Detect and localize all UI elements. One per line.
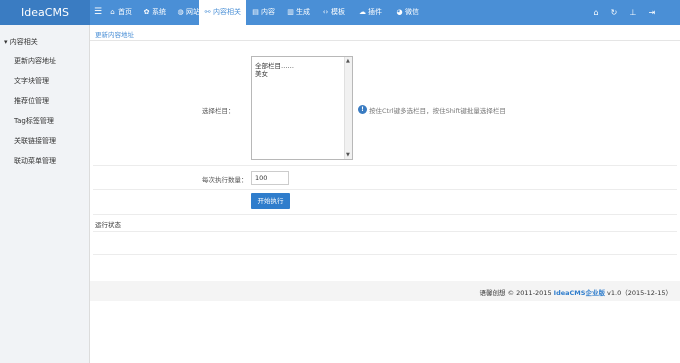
sidebar-item-recommend[interactable]: 推荐位管理	[14, 96, 49, 106]
globe-icon: ◍	[177, 8, 184, 16]
run-status-label: 运行状态	[95, 221, 121, 229]
home-icon: ⌂	[110, 8, 115, 16]
list-icon: ▤	[252, 8, 259, 16]
nav-content[interactable]: ▤ 内容	[252, 0, 280, 25]
listbox-scrollbar[interactable]: ▲ ▼	[344, 57, 352, 159]
nav-template[interactable]: ‹› 模板	[322, 0, 352, 25]
scroll-down-icon[interactable]: ▼	[346, 152, 350, 158]
main-panel: 更新内容地址 选择栏目： 全部栏目…… 美女 ▲ ▼ ! 按住Ctrl键多选栏目…	[90, 25, 680, 363]
link-icon: ⚯	[204, 8, 211, 16]
category-listbox[interactable]: 全部栏目…… 美女 ▲ ▼	[251, 56, 353, 160]
sidebar-item-tag[interactable]: Tag标签管理	[14, 116, 54, 126]
divider	[93, 254, 677, 255]
scroll-up-icon[interactable]: ▲	[346, 58, 350, 64]
footer: 语馨创想 © 2011-2015 IdeaCMS企业版 v1.0（2015-12…	[90, 281, 680, 301]
select-category-label: 选择栏目：	[202, 107, 235, 115]
menu-toggle-icon[interactable]: ☰	[91, 0, 105, 25]
start-button[interactable]: 开始执行	[251, 193, 290, 209]
sidebar-item-related-links[interactable]: 关联链接管理	[14, 136, 56, 146]
nav-content-related[interactable]: ⚯ 内容相关	[199, 0, 246, 25]
top-navbar: IdeaCMS ☰ ⌂ 首页 ✿ 系统 ◍ 网站 ⚯ 内容相关 ▤ 内容 ▥ 生成 ‹› 模板…	[0, 0, 680, 25]
nav-home[interactable]: ⌂ 首页	[109, 0, 139, 25]
home-icon[interactable]: ⌂	[589, 0, 603, 25]
logout-icon[interactable]: ⇥	[645, 0, 659, 25]
sidebar-item-linkage-menu[interactable]: 联动菜单管理	[14, 156, 56, 166]
divider	[93, 214, 677, 215]
sidebar-item-text-block[interactable]: 文字块管理	[14, 76, 49, 86]
wechat-icon: ◕	[396, 8, 403, 16]
copyright: 语馨创想 © 2011-2015 IdeaCMS企业版 v1.0（2015-12…	[479, 289, 672, 297]
trash-icon: ▥	[287, 8, 294, 16]
nav-wechat[interactable]: ◕ 微信	[396, 0, 426, 25]
divider	[93, 165, 677, 166]
app-logo[interactable]: IdeaCMS	[0, 0, 90, 25]
divider	[90, 40, 680, 41]
list-item[interactable]: 美女	[255, 68, 268, 78]
sitemap-icon[interactable]: ⊥	[626, 0, 640, 25]
refresh-icon[interactable]: ↻	[607, 0, 621, 25]
divider	[93, 231, 677, 232]
info-icon: !	[358, 105, 367, 114]
gear-icon: ✿	[143, 8, 150, 16]
cloud-icon: ☁	[359, 8, 366, 16]
breadcrumb[interactable]: 更新内容地址	[95, 29, 134, 39]
code-icon: ‹›	[322, 8, 329, 16]
per-run-label: 每次执行数量：	[202, 176, 248, 184]
sidebar-item-update-content-url[interactable]: 更新内容地址	[14, 56, 56, 66]
per-run-input[interactable]: 100	[251, 171, 289, 185]
select-hint: 按住Ctrl键多选栏目，按住Shift键批量选择栏目	[369, 107, 506, 115]
nav-plugin[interactable]: ☁ 插件	[359, 0, 389, 25]
chevron-down-icon: ▾	[4, 38, 8, 46]
nav-system[interactable]: ✿ 系统	[143, 0, 173, 25]
brand-link[interactable]: IdeaCMS企业版	[554, 289, 605, 297]
divider	[93, 189, 677, 190]
sidebar-heading[interactable]: ▾ 内容相关	[4, 37, 38, 47]
nav-generate[interactable]: ▥ 生成	[287, 0, 315, 25]
